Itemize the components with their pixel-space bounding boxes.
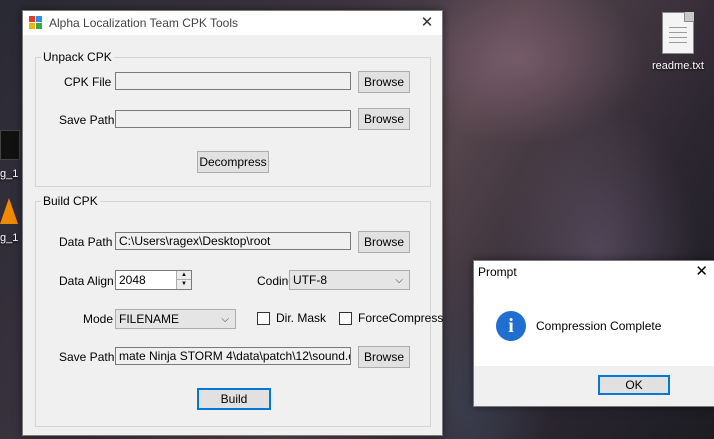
stepper-down-icon[interactable]: ▼	[177, 280, 191, 289]
close-button[interactable]: ✕	[412, 11, 442, 35]
data-path-input[interactable]: C:\Users\ragex\Desktop\root	[115, 232, 351, 250]
desktop-icon-partial[interactable]: g_1	[0, 130, 20, 180]
app-icon	[29, 16, 42, 29]
browse-data-path-button[interactable]: Browse	[358, 231, 410, 253]
dir-mask-label: Dir. Mask	[276, 311, 327, 325]
build-save-path-input[interactable]: mate Ninja STORM 4\data\patch\12\sound.c…	[115, 347, 351, 365]
group-label: Unpack CPK	[41, 50, 114, 64]
force-compress-label: ForceCompress	[358, 311, 444, 325]
build-button[interactable]: Build	[197, 388, 271, 410]
cpk-tools-window: Alpha Localization Team CPK Tools ✕ Unpa…	[22, 10, 443, 436]
stepper-up-icon[interactable]: ▲	[177, 271, 191, 280]
mode-select[interactable]: FILENAME ⌵	[115, 309, 236, 329]
cpk-file-label: CPK File	[64, 75, 112, 89]
chevron-down-icon: ⌵	[221, 314, 229, 325]
vlc-cone-icon	[0, 198, 18, 224]
dialog-message: Compression Complete	[536, 319, 662, 333]
desktop-icon-label: g_1	[0, 232, 19, 244]
ok-button[interactable]: OK	[598, 375, 670, 395]
force-compress-checkbox[interactable]: ForceCompress	[339, 311, 443, 325]
mode-label: Mode	[83, 312, 114, 326]
group-label: Build CPK	[41, 194, 100, 208]
coding-value: UTF-8	[293, 273, 327, 287]
info-icon: i	[496, 311, 526, 341]
close-icon: ✕	[420, 14, 434, 31]
desktop-icon-readme[interactable]: readme.txt	[646, 12, 710, 72]
data-align-stepper[interactable]: 2048 ▲ ▼	[115, 270, 192, 290]
desktop-icon-label: readme.txt	[652, 60, 704, 72]
data-align-value: 2048	[119, 273, 146, 287]
prompt-dialog: Prompt ✕ i Compression Complete OK	[473, 260, 714, 407]
stepper-buttons[interactable]: ▲ ▼	[176, 271, 191, 289]
window-title: Alpha Localization Team CPK Tools	[49, 16, 238, 30]
browse-build-save-path-button[interactable]: Browse	[358, 346, 410, 368]
unpack-save-path-label: Save Path	[59, 113, 115, 127]
desktop-icon-partial[interactable]: g_1	[0, 198, 18, 244]
browse-unpack-save-path-button[interactable]: Browse	[358, 108, 410, 130]
checkbox-box[interactable]	[257, 311, 270, 325]
browse-cpk-file-button[interactable]: Browse	[358, 71, 410, 93]
close-icon[interactable]: ✕	[695, 261, 708, 283]
dir-mask-checkbox[interactable]: Dir. Mask	[257, 311, 326, 325]
build-save-path-label: Save Path	[59, 350, 115, 364]
dialog-title: Prompt	[478, 265, 517, 279]
checkbox-box[interactable]	[339, 311, 352, 325]
chevron-down-icon: ⌵	[395, 275, 403, 286]
window-titlebar[interactable]: Alpha Localization Team CPK Tools ✕	[23, 11, 442, 35]
coding-select[interactable]: UTF-8 ⌵	[289, 270, 410, 290]
dialog-footer: OK	[474, 366, 714, 406]
data-path-label: Data Path	[59, 235, 113, 249]
text-file-icon	[662, 12, 694, 54]
data-align-label: Data Align	[59, 274, 114, 288]
video-file-icon	[0, 130, 20, 160]
unpack-save-path-input[interactable]	[115, 110, 351, 128]
decompress-button[interactable]: Decompress	[197, 151, 269, 173]
desktop-icon-label: g_1	[0, 168, 19, 180]
mode-value: FILENAME	[119, 312, 180, 326]
cpk-file-input[interactable]	[115, 72, 351, 90]
